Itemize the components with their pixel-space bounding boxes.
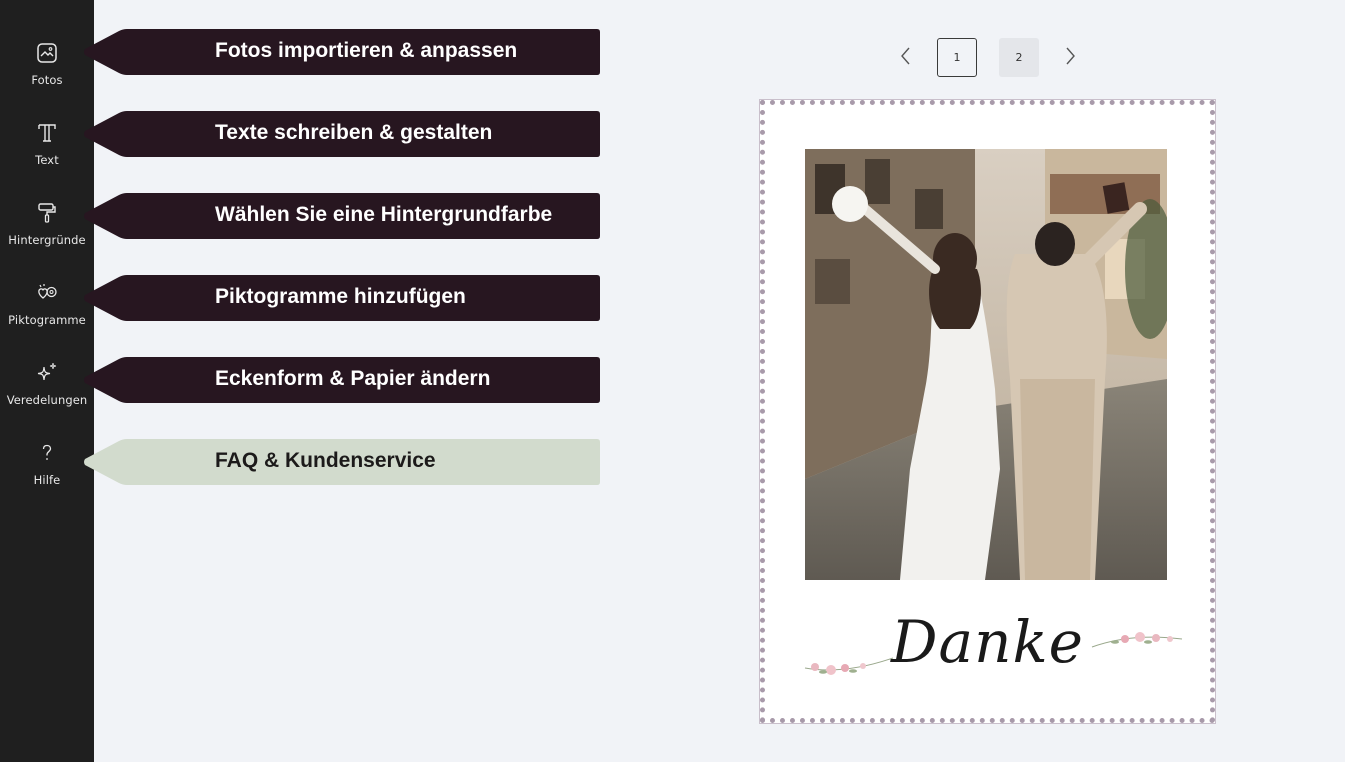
wedding-photo[interactable]: [805, 149, 1167, 580]
banner-text: Texte schreiben & gestalten: [215, 121, 493, 144]
sparkle-icon: [34, 360, 60, 386]
page-2-button[interactable]: 2: [999, 38, 1039, 77]
sidebar-item-veredelungen[interactable]: Veredelungen: [0, 352, 94, 432]
sidebar-item-hilfe[interactable]: Hilfe: [0, 432, 94, 512]
chevron-left-icon: [901, 47, 910, 65]
banner-text: Piktogramme hinzufügen: [215, 285, 466, 308]
card-preview[interactable]: Danke: [759, 99, 1216, 724]
sidebar-item-label: Piktogramme: [8, 313, 86, 327]
banner-hilfe[interactable]: FAQ & Kundenservice: [83, 439, 600, 485]
banner-text[interactable]: Texte schreiben & gestalten: [83, 111, 600, 157]
sidebar-item-piktogramme[interactable]: Piktogramme: [0, 272, 94, 352]
banner-text: Fotos importieren & anpassen: [215, 39, 518, 62]
sidebar-item-text[interactable]: Text: [0, 112, 94, 192]
banner-text: FAQ & Kundenservice: [215, 449, 436, 472]
banner-fotos[interactable]: Fotos importieren & anpassen: [83, 29, 600, 75]
banner-hintergruende[interactable]: Wählen Sie eine Hintergrundfarbe: [83, 193, 600, 239]
sidebar-item-label: Fotos: [31, 73, 63, 87]
pictogram-icon: [34, 280, 60, 306]
sidebar-item-label: Veredelungen: [6, 393, 88, 407]
sidebar-item-fotos[interactable]: Fotos: [0, 32, 94, 112]
help-icon: [34, 440, 60, 466]
banner-text: Eckenform & Papier ändern: [215, 367, 491, 390]
greeting-text[interactable]: Danke: [765, 608, 1210, 676]
sidebar-item-label: Text: [35, 153, 59, 167]
banner-text: Wählen Sie eine Hintergrundfarbe: [215, 203, 553, 226]
sidebar: Fotos Text Hintergründe Piktogramme Vere…: [0, 0, 94, 762]
sidebar-item-label: Hintergründe: [8, 233, 86, 247]
banner-piktogramme[interactable]: Piktogramme hinzufügen: [83, 275, 600, 321]
chevron-right-icon: [1066, 47, 1075, 65]
sidebar-item-hintergruende[interactable]: Hintergründe: [0, 192, 94, 272]
prev-page-button[interactable]: [891, 41, 921, 71]
photo-icon: [34, 40, 60, 66]
paint-roller-icon: [34, 200, 60, 226]
banner-veredelungen[interactable]: Eckenform & Papier ändern: [83, 357, 600, 403]
page-1-button[interactable]: 1: [937, 38, 977, 77]
next-page-button[interactable]: [1055, 41, 1085, 71]
text-icon: [34, 120, 60, 146]
sidebar-item-label: Hilfe: [33, 473, 61, 487]
